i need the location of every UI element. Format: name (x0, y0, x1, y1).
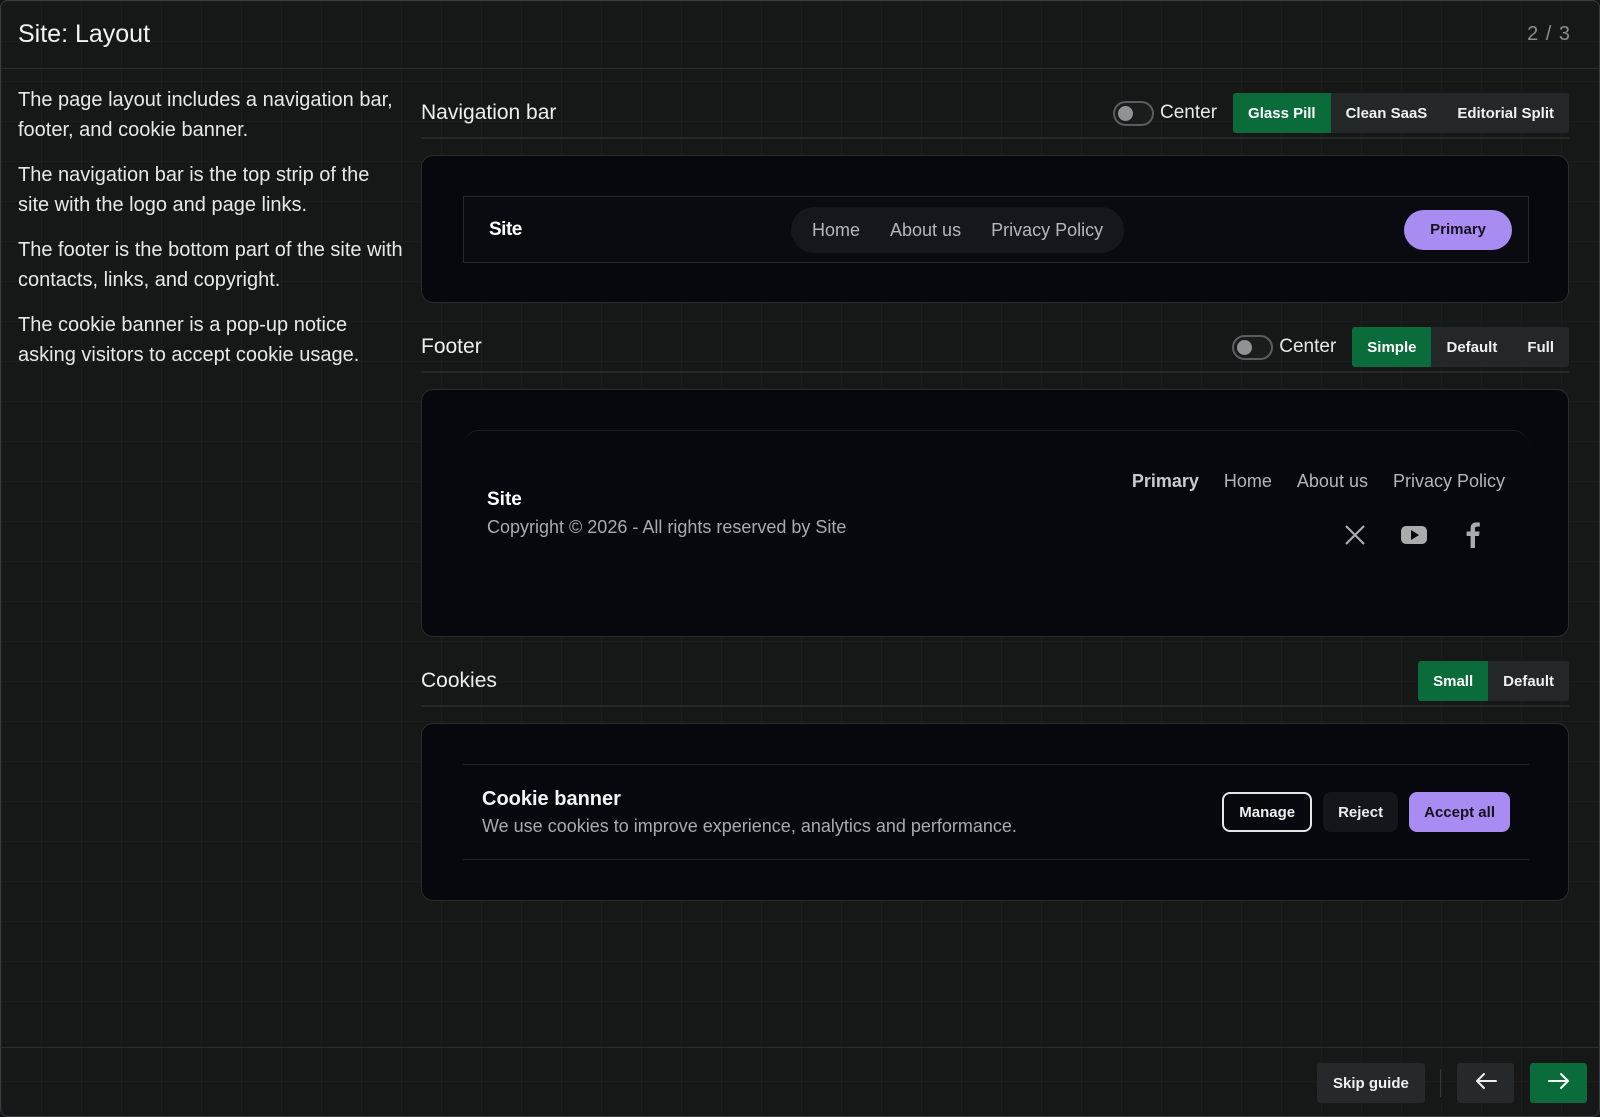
preview-nav-link: Home (812, 219, 861, 240)
skip-guide-button[interactable]: Skip guide (1317, 1063, 1425, 1103)
preview-nav-link: Privacy Policy (991, 219, 1104, 240)
dialog-header: Site: Layout 2 / 3 (1, 1, 1599, 69)
preview-primary-button: Primary (1404, 209, 1512, 250)
previous-step-button[interactable] (1457, 1063, 1514, 1103)
preview-footer-links: Primary Home About us Privacy Policy (1107, 471, 1505, 492)
navbar-controls: Center Glass Pill Clean SaaS Editorial S… (1113, 93, 1569, 133)
arrow-right-icon (1547, 1072, 1571, 1095)
cookies-section-header: Cookies Small Default (421, 657, 1569, 707)
description-paragraph: The navigation bar is the top strip of t… (18, 164, 370, 216)
arrow-left-icon (1474, 1072, 1498, 1095)
description-paragraph: The footer is the bottom part of the sit… (18, 239, 403, 291)
footer-center-toggle[interactable]: Center (1232, 334, 1337, 360)
page-title: Site: Layout (18, 20, 151, 48)
preview-footer: Site Copyright © 2026 - All rights reser… (463, 430, 1529, 596)
preview-cookie-banner: Cookie banner We use cookies to improve … (463, 764, 1529, 860)
footer-divider (1440, 1069, 1441, 1097)
preview-brand: Site (489, 218, 522, 240)
navbar-style-selector: Glass Pill Clean SaaS Editorial Split (1233, 93, 1569, 133)
navbar-option-editorial-split[interactable]: Editorial Split (1442, 93, 1569, 133)
youtube-icon (1398, 519, 1430, 551)
cookies-controls: Small Default (1418, 661, 1569, 701)
preview-social-icons (1312, 519, 1489, 551)
preview-footer-link: About us (1296, 471, 1368, 491)
description-panel: The page layout includes a navigation ba… (18, 85, 403, 385)
navbar-section-label: Navigation bar (421, 101, 557, 124)
preview-footer-link: Home (1223, 471, 1272, 491)
cookie-banner-actions: Manage Reject Accept all (1211, 792, 1510, 832)
cookies-option-default[interactable]: Default (1488, 661, 1569, 701)
preview-nav-link: About us (890, 219, 962, 240)
cookie-manage-button: Manage (1222, 792, 1313, 832)
cookies-preview: Cookie banner We use cookies to improve … (421, 723, 1569, 901)
toggle-label: Center (1279, 336, 1337, 357)
cookies-style-selector: Small Default (1418, 661, 1569, 701)
cookie-accept-button: Accept all (1409, 792, 1510, 832)
description-paragraph: The page layout includes a navigation ba… (18, 89, 393, 141)
toggle-label: Center (1160, 102, 1218, 123)
footer-option-full[interactable]: Full (1512, 327, 1569, 367)
x-icon (1339, 519, 1371, 551)
navbar-option-glass-pill[interactable]: Glass Pill (1233, 93, 1331, 133)
cookie-banner-title: Cookie banner (482, 788, 621, 810)
footer-preview: Site Copyright © 2026 - All rights reser… (421, 389, 1569, 637)
navbar-option-clean-saas[interactable]: Clean SaaS (1330, 93, 1443, 133)
description-paragraph: The cookie banner is a pop-up notice ask… (18, 314, 360, 366)
footer-option-simple[interactable]: Simple (1352, 327, 1432, 367)
preview-copyright: Copyright © 2026 - All rights reserved b… (487, 517, 847, 537)
cookies-section-label: Cookies (421, 669, 497, 692)
navbar-section-header: Navigation bar Center Glass Pill Clean S… (421, 89, 1569, 139)
cookie-reject-button: Reject (1323, 792, 1399, 832)
preview-footer-brand: Site (487, 489, 522, 510)
facebook-icon (1457, 519, 1489, 551)
guide-dialog: Site: Layout 2 / 3 The page layout inclu… (0, 0, 1600, 1117)
navbar-center-toggle[interactable]: Center (1113, 100, 1218, 126)
toggle-switch[interactable] (1113, 100, 1155, 126)
preview-navbar: Site Home About us Privacy Policy Primar… (463, 196, 1529, 263)
layout-settings: Navigation bar Center Glass Pill Clean S… (421, 89, 1569, 901)
footer-section-label: Footer (421, 335, 482, 358)
preview-nav-links: Home About us Privacy Policy (791, 207, 1125, 253)
toggle-switch[interactable] (1232, 334, 1274, 360)
footer-option-default[interactable]: Default (1431, 327, 1513, 367)
cookies-option-small[interactable]: Small (1418, 661, 1489, 701)
step-counter: 2 / 3 (1527, 23, 1571, 45)
preview-footer-link: Privacy Policy (1392, 471, 1505, 491)
next-step-button[interactable] (1530, 1063, 1587, 1103)
cookie-banner-text: We use cookies to improve experience, an… (482, 816, 1017, 836)
preview-footer-link: Primary (1131, 471, 1199, 491)
navbar-preview: Site Home About us Privacy Policy Primar… (421, 155, 1569, 303)
footer-style-selector: Simple Default Full (1352, 327, 1569, 367)
footer-controls: Center Simple Default Full (1232, 327, 1569, 367)
footer-section-header: Footer Center Simple Default Full (421, 323, 1569, 373)
